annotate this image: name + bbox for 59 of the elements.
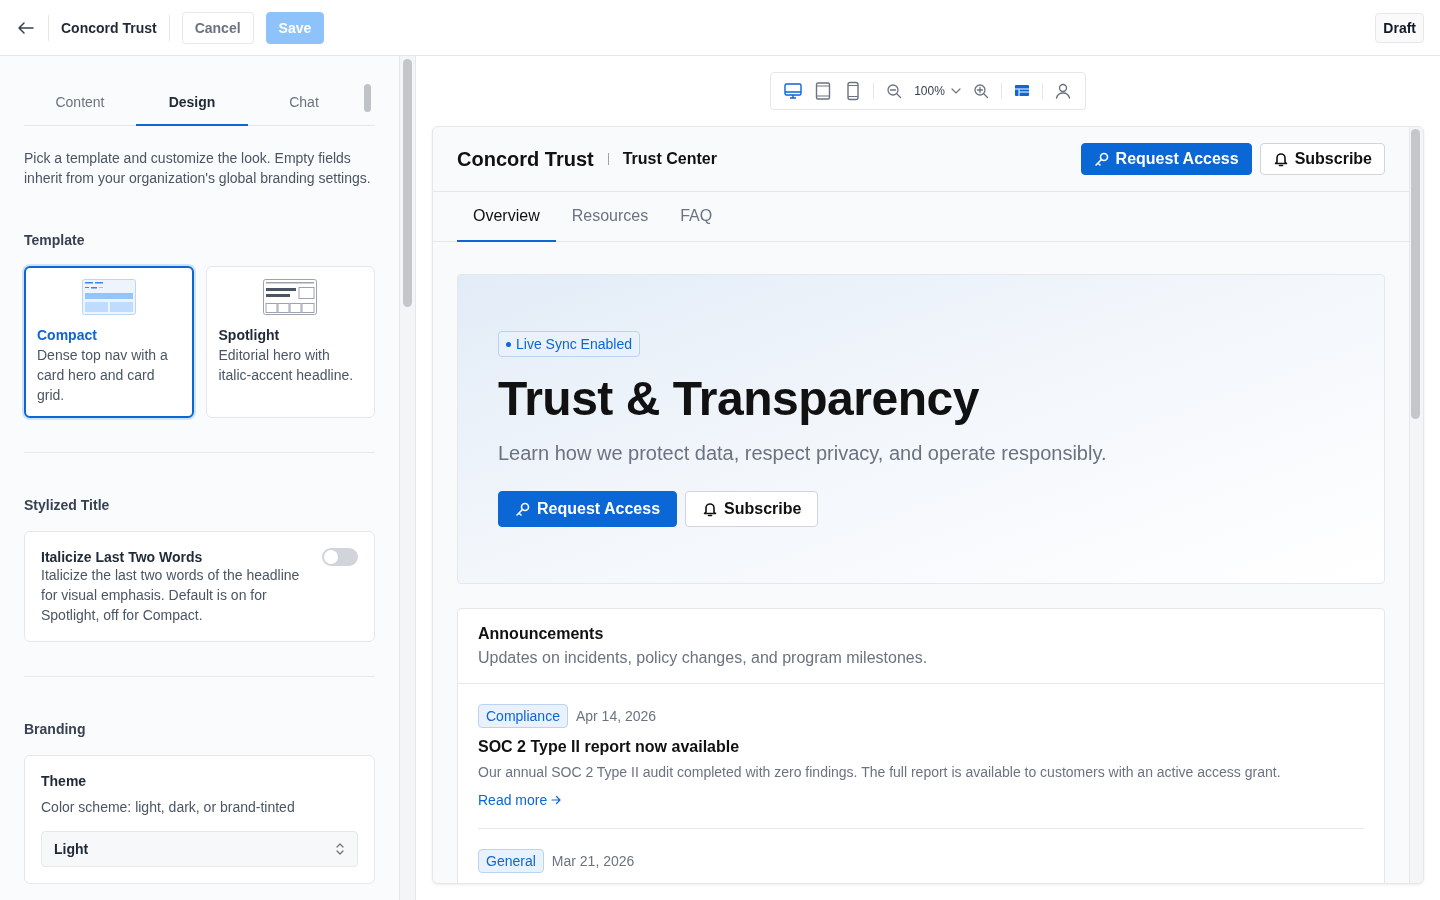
card-title: Announcements	[478, 625, 605, 643]
setting-label: Theme	[41, 773, 88, 789]
layout-thumbnail-icon	[81, 279, 136, 315]
setting-description: Color scheme: light, dark, or brand-tinted	[41, 798, 296, 817]
site-tab[interactable]: Resources	[555, 192, 665, 242]
select-value: Light	[54, 841, 89, 857]
key-icon	[515, 501, 531, 517]
toggle-switch[interactable]	[322, 548, 358, 566]
bell-icon	[702, 501, 719, 517]
template-name: Spotlight	[218, 327, 281, 343]
scrollbar-thumb[interactable]	[364, 84, 371, 112]
editor-tab[interactable]: Content	[24, 80, 136, 126]
key-icon	[1093, 151, 1110, 167]
chevron-down-icon[interactable]	[950, 88, 961, 94]
post-title: SOC 2 Type II report now available	[478, 738, 741, 756]
site-tab[interactable]: Overview	[457, 192, 556, 242]
setting-description: Italicize the last two words of the headline for visual emphasis. Default is on for Spotlight, off for Compact.	[41, 566, 301, 625]
site-section-title: Trust Center	[622, 150, 717, 168]
subscribe-button[interactable]: Subscribe	[685, 491, 819, 527]
section-title: Branding	[24, 721, 87, 737]
bell-icon	[1272, 151, 1289, 167]
template-description: Dense top nav with a card hero and card grid.	[37, 346, 169, 405]
status-badge: Draft	[1375, 12, 1424, 43]
theme-select[interactable]: Light	[41, 831, 358, 867]
section-title: Template	[24, 232, 86, 248]
scrollbar-thumb[interactable]	[1411, 129, 1420, 419]
arrow-right-icon	[551, 795, 562, 805]
zoom-level[interactable]: 100%	[914, 84, 945, 98]
editor-tab[interactable]: Chat	[248, 80, 360, 126]
card-subtitle: Updates on incidents, policy changes, and program milestones.	[478, 649, 929, 667]
request-access-button[interactable]: Request Access	[498, 491, 678, 527]
category-tag: General	[478, 849, 544, 873]
template-name: Compact	[37, 327, 98, 343]
post-date: Mar 21, 2026	[551, 853, 635, 869]
read-more-link[interactable]: Read more	[478, 792, 562, 808]
page-title: Concord Trust	[61, 19, 157, 36]
chevron-updown-icon	[335, 841, 345, 857]
status-dot-icon	[506, 341, 511, 347]
site-tab[interactable]: FAQ	[664, 192, 729, 242]
editor-tab[interactable]: Design	[136, 80, 248, 126]
setting-label: Italicize Last Two Words	[41, 549, 204, 565]
template-description: Editorial hero with italic-accent headline.	[218, 346, 355, 385]
hero-subtitle: Learn how we protect data, respect privacy, and operate responsibly.	[498, 442, 1108, 465]
cancel-button[interactable]: Cancel	[181, 11, 254, 44]
section-title: Stylized Title	[24, 497, 111, 513]
layout-thumbnail-icon	[263, 279, 318, 315]
scrollbar-thumb[interactable]	[403, 59, 412, 307]
badge-label: Live Sync Enabled	[516, 336, 632, 352]
post-date: Apr 14, 2026	[575, 708, 657, 724]
brand-name: Concord Trust	[457, 147, 594, 171]
request-access-button[interactable]: Request Access	[1080, 143, 1252, 175]
template-card[interactable]: Compact Dense top nav with a card hero and card grid.	[24, 266, 194, 418]
subscribe-button[interactable]: Subscribe	[1259, 143, 1385, 175]
desktop-icon[interactable]	[783, 81, 804, 101]
category-tag: Compliance	[478, 704, 568, 728]
template-card[interactable]: Spotlight Editorial hero with italic-accent headline.	[205, 266, 375, 418]
post-summary: Our annual SOC 2 Type II audit completed with zero findings. The full report is available to customers with an active access grant.	[478, 764, 1282, 780]
intro-text: Pick a template and customize the look. Empty fields inherit from your organization's global branding settings.	[24, 149, 372, 188]
hero-headline: Trust & Transparency	[498, 371, 980, 426]
